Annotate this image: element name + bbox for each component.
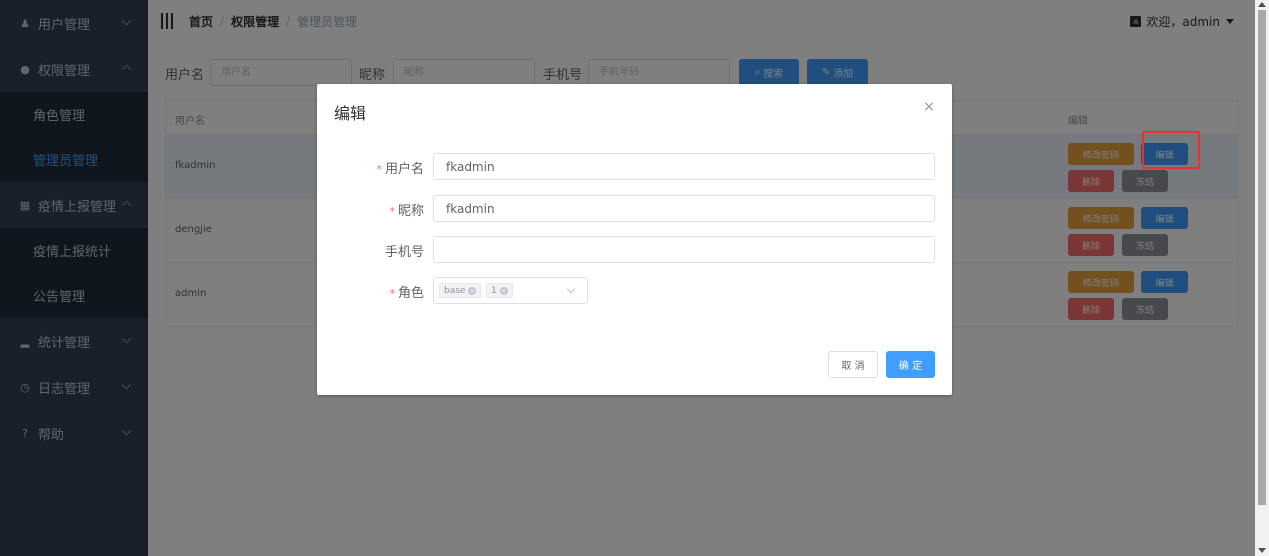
scroll-up-icon[interactable] <box>1258 2 1266 7</box>
close-icon[interactable]: × <box>923 100 935 114</box>
form-row-phone: 手机号 <box>317 236 952 263</box>
nickname-field-wrap <box>433 195 935 222</box>
username-field-wrap <box>433 153 935 180</box>
confirm-button[interactable]: 确 定 <box>886 351 935 378</box>
username-field[interactable] <box>434 154 934 179</box>
required-mark: * <box>389 205 395 218</box>
form-row-username: * 用户名 <box>317 153 952 180</box>
nickname-field[interactable] <box>434 196 934 221</box>
role-select[interactable]: base × 1 × <box>433 277 588 304</box>
role-label-text: 角色 <box>397 286 424 301</box>
required-mark: * <box>376 163 382 176</box>
role-tag: 1 × <box>486 283 513 298</box>
role-tag-label: 1 <box>491 285 497 296</box>
form-row-nickname: * 昵称 <box>317 195 952 222</box>
tag-close-icon[interactable]: × <box>468 286 477 295</box>
scroll-down-icon[interactable] <box>1258 548 1266 553</box>
scrollbar-thumb[interactable] <box>1258 10 1266 505</box>
required-mark: * <box>389 287 395 300</box>
phone-field-wrap <box>433 236 935 263</box>
username-field-label: * 用户名 <box>376 158 424 177</box>
chevron-down-icon <box>566 284 576 294</box>
edit-dialog: 编辑 × *用户名 *昵称 手机号 *角色 base × 1 × <box>317 84 952 395</box>
phone-field[interactable] <box>434 237 934 262</box>
tag-close-icon[interactable]: × <box>499 286 508 295</box>
form-row-role: * 角色 base × 1 × <box>317 277 952 304</box>
cancel-button[interactable]: 取 消 <box>828 351 878 378</box>
role-tag: base × <box>439 283 482 298</box>
highlight-annotation-box <box>1142 131 1200 169</box>
nickname-field-label: * 昵称 <box>389 200 424 219</box>
username-label-text: 用户名 <box>384 162 424 177</box>
role-field-label: * 角色 <box>389 282 424 301</box>
role-tag-label: base <box>444 285 466 296</box>
nickname-label-text: 昵称 <box>397 204 424 219</box>
page-scrollbar[interactable] <box>1255 0 1269 556</box>
phone-field-label: 手机号 <box>384 245 424 260</box>
dialog-title: 编辑 <box>334 104 367 123</box>
